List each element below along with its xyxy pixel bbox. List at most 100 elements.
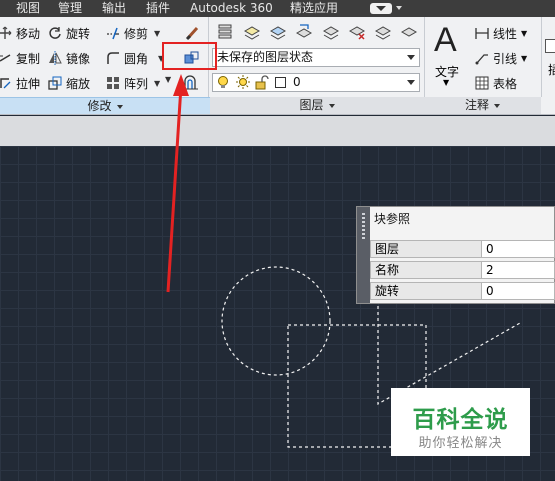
- menu-item-autodesk360[interactable]: Autodesk 360: [190, 0, 273, 17]
- linear-dimension-icon: [475, 28, 489, 39]
- sun-icon: [236, 75, 250, 89]
- move-icon: [0, 26, 12, 39]
- property-name: 图层: [370, 240, 482, 258]
- move-label: 移动: [16, 26, 41, 41]
- layer-state-dropdown[interactable]: 未保存的图层状态: [212, 48, 420, 67]
- layer-properties-button[interactable]: [212, 21, 238, 43]
- property-value[interactable]: 2: [482, 261, 555, 279]
- file-tab-strip: [0, 116, 555, 146]
- modify-panel-title[interactable]: 修改: [0, 97, 210, 114]
- array-dropdown-icon[interactable]: ▼: [154, 79, 160, 88]
- layers-panel-label: 图层: [299, 98, 324, 112]
- leader-label: 引线: [493, 51, 518, 66]
- array-button[interactable]: 阵列 ▼: [106, 72, 160, 94]
- property-row-rotation[interactable]: 旋转 0: [370, 282, 555, 300]
- menu-item-featured-apps[interactable]: 精选应用: [290, 0, 338, 17]
- chevron-down-icon: [407, 80, 415, 85]
- modify-more-icon[interactable]: ▼: [165, 75, 171, 84]
- layer-tool-7-button[interactable]: [370, 21, 396, 43]
- scale-button[interactable]: 缩放: [48, 72, 90, 94]
- menu-item-plugins[interactable]: 插件: [146, 0, 170, 17]
- array-icon: [107, 77, 119, 89]
- menu-item-output[interactable]: 输出: [102, 0, 126, 17]
- watermark-logo: 百科全说 助你轻松解决: [391, 388, 530, 456]
- workspace-extra-button[interactable]: [370, 3, 392, 14]
- stretch-button[interactable]: 拉伸: [0, 72, 40, 94]
- mirror-button[interactable]: 镜像: [48, 47, 90, 69]
- mirror-icon: [49, 51, 62, 65]
- ribbon: 移动 旋转 修剪 ▼ 复制 镜像 圆角 ▼ 拉伸 缩放 阵列 ▼ ▼ 未保存的图…: [0, 17, 555, 115]
- linear-label: 线性: [493, 26, 518, 41]
- trim-dropdown-icon[interactable]: ▼: [154, 29, 160, 38]
- copy-button[interactable]: 复制: [0, 47, 40, 69]
- layer-delete-icon: [348, 26, 366, 40]
- property-row-layer[interactable]: 图层 0: [370, 240, 555, 258]
- trim-button[interactable]: 修剪 ▼: [106, 22, 160, 44]
- move-button[interactable]: 移动: [0, 22, 40, 44]
- text-a-icon: A: [434, 21, 457, 59]
- layer-walk-icon: [374, 26, 392, 40]
- layer-name-value: 0: [293, 75, 301, 89]
- scale-label: 缩放: [66, 76, 91, 91]
- layer-tool-5-button[interactable]: [318, 21, 344, 43]
- circle-shape[interactable]: [221, 266, 331, 376]
- insert-icon[interactable]: [545, 39, 555, 53]
- panel-divider: [541, 17, 542, 97]
- text-dropdown-icon: ▼: [443, 78, 450, 87]
- layer-tool-8-button[interactable]: [396, 21, 422, 43]
- fillet-label: 圆角: [124, 51, 149, 66]
- array-label: 阵列: [124, 76, 149, 91]
- stretch-icon: [0, 78, 11, 89]
- property-row-name[interactable]: 名称 2: [370, 261, 555, 279]
- watermark-subtitle: 助你轻松解决: [418, 436, 503, 451]
- property-value[interactable]: 0: [482, 240, 555, 258]
- menu-item-view[interactable]: 视图: [16, 0, 40, 17]
- leader-icon: [475, 54, 488, 65]
- modify-panel-label: 修改: [87, 99, 112, 113]
- chevron-down-icon[interactable]: [396, 6, 402, 10]
- leader-button[interactable]: 引线 ▼: [475, 47, 527, 69]
- eraser-icon: [185, 26, 199, 41]
- linear-dimension-button[interactable]: 线性 ▼: [475, 22, 527, 44]
- layer-color-swatch: [275, 77, 286, 88]
- trim-icon: [107, 27, 119, 40]
- layer-tool-3-button[interactable]: [265, 21, 291, 43]
- layer-tool-2-button[interactable]: [239, 21, 265, 43]
- rotate-button[interactable]: 旋转: [48, 22, 90, 44]
- watermark-title: 百科全说: [412, 407, 509, 433]
- layer-stack-icon: [218, 24, 232, 39]
- chevron-down-icon: [407, 55, 415, 60]
- layer-match-icon: [295, 24, 313, 38]
- offset-button[interactable]: [178, 72, 204, 94]
- annotation-panel-title[interactable]: 注释: [424, 97, 541, 114]
- menu-item-manage[interactable]: 管理: [58, 0, 82, 17]
- rotate-label: 旋转: [66, 26, 91, 41]
- table-icon: [475, 76, 489, 90]
- property-name: 旋转: [370, 282, 482, 300]
- scale-icon: [48, 76, 62, 90]
- linear-dropdown-icon[interactable]: ▼: [521, 29, 527, 38]
- offset-icon: [183, 75, 198, 90]
- text-button[interactable]: A 文字 ▼: [430, 21, 466, 87]
- layer-tool-4-button[interactable]: [291, 21, 317, 43]
- trim-label: 修剪: [124, 26, 149, 41]
- palette-title: 块参照: [374, 212, 411, 226]
- leader-dropdown-icon[interactable]: ▼: [521, 54, 527, 63]
- unlock-icon: [255, 75, 269, 90]
- layer-dropdown[interactable]: 0: [212, 73, 420, 92]
- annotation-panel-label: 注释: [464, 98, 489, 112]
- table-label: 表格: [493, 76, 518, 91]
- panel-divider: [424, 17, 425, 97]
- property-value[interactable]: 0: [482, 282, 555, 300]
- layer-tool-6-button[interactable]: [344, 21, 370, 43]
- erase-button[interactable]: [180, 22, 206, 44]
- palette-grip-handle[interactable]: [357, 207, 370, 303]
- property-name: 名称: [370, 261, 482, 279]
- mirror-label: 镜像: [66, 51, 91, 66]
- copy-label: 复制: [16, 51, 41, 66]
- layers-panel-title[interactable]: 图层: [210, 97, 424, 114]
- table-button[interactable]: 表格: [475, 72, 517, 94]
- chevron-down-icon: [328, 103, 335, 108]
- chevron-down-icon: [494, 103, 500, 108]
- fillet-button[interactable]: 圆角 ▼: [106, 47, 164, 69]
